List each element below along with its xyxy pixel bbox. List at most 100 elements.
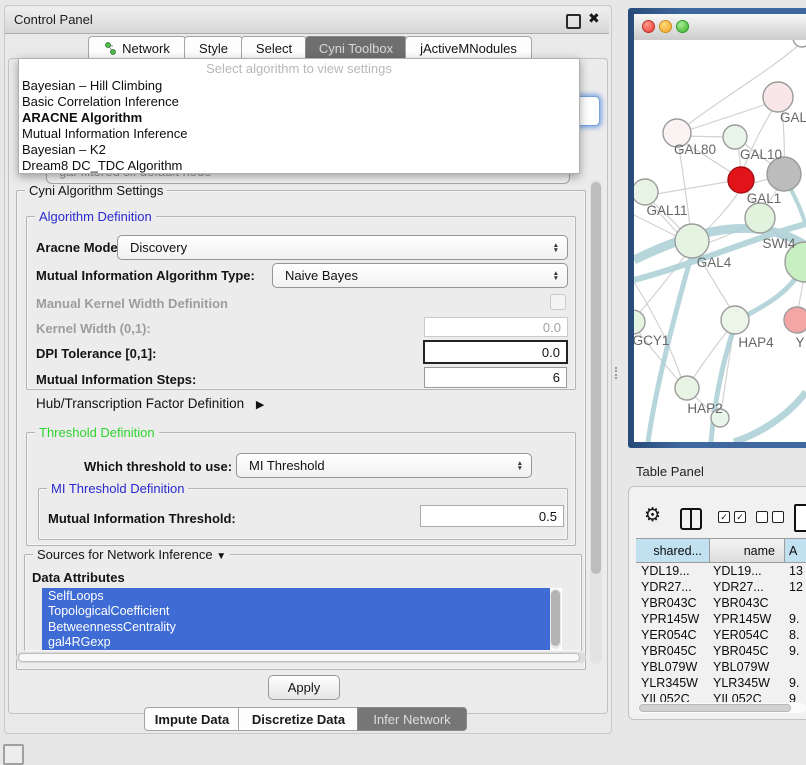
table-row[interactable]: YBR043C YBR043C bbox=[636, 595, 806, 611]
list-vertical-scrollbar-thumb[interactable] bbox=[551, 590, 560, 646]
settings-vertical-scrollbar[interactable] bbox=[590, 180, 602, 664]
table-horizontal-scrollbar[interactable] bbox=[638, 703, 806, 713]
apply-button[interactable]: Apply bbox=[268, 675, 340, 700]
tab-network[interactable]: Network bbox=[88, 36, 186, 59]
cell-name: YER054C bbox=[710, 628, 785, 642]
node-label: GAL4 bbox=[697, 255, 732, 270]
tab-impute-data[interactable]: Impute Data bbox=[144, 707, 240, 731]
table-horizontal-scrollbar-thumb[interactable] bbox=[639, 704, 791, 712]
apply-button-label: Apply bbox=[288, 680, 321, 695]
network-window-titlebar[interactable] bbox=[634, 14, 806, 41]
table-row[interactable]: YPR145W YPR145W 9. bbox=[636, 611, 806, 627]
network-node[interactable] bbox=[634, 179, 658, 205]
tab-style[interactable]: Style bbox=[184, 36, 243, 59]
mi-threshold-value: 0.5 bbox=[539, 509, 557, 524]
kernel-width-value: 0.0 bbox=[543, 320, 561, 335]
table-row[interactable]: YIL052C YIL052C 9 bbox=[636, 691, 806, 702]
network-node[interactable] bbox=[763, 82, 793, 112]
network-node[interactable] bbox=[723, 125, 747, 149]
network-node[interactable] bbox=[675, 224, 709, 258]
cell-name: YBL079W bbox=[710, 660, 785, 674]
table-panel-title: Table Panel bbox=[636, 464, 704, 479]
mi-steps-field[interactable]: 6 bbox=[424, 367, 567, 388]
node-label: GAL80 bbox=[674, 142, 716, 157]
tab-discretize-data[interactable]: Discretize Data bbox=[238, 707, 359, 731]
table-row[interactable]: YDR27... YDR27... 12 bbox=[636, 579, 806, 595]
gear-icon[interactable]: ⚙ bbox=[644, 504, 661, 527]
table-row[interactable]: YDL19... YDL19... 13 bbox=[636, 563, 806, 579]
disclosure-right-icon: ▶ bbox=[256, 399, 264, 411]
close-icon[interactable]: ✖ bbox=[588, 10, 600, 27]
zoom-traffic-light-icon[interactable] bbox=[676, 20, 689, 33]
column-header-shared[interactable]: shared... bbox=[636, 539, 710, 562]
dropdown-item-selected[interactable]: ARACNE Algorithm bbox=[22, 110, 142, 126]
stepper-down-icon: ▼ bbox=[517, 466, 523, 471]
control-panel-titlebar bbox=[5, 7, 609, 34]
which-threshold-combo[interactable]: MI Threshold ▲ ▼ bbox=[236, 453, 532, 478]
network-node[interactable] bbox=[675, 376, 699, 400]
cell-value: 13 bbox=[785, 564, 806, 578]
column-header-name[interactable]: name bbox=[710, 539, 785, 562]
settings-vertical-scrollbar-thumb[interactable] bbox=[591, 182, 601, 574]
dropdown-item[interactable]: Mutual Information Inference bbox=[22, 126, 187, 142]
settings-horizontal-scrollbar-thumb[interactable] bbox=[18, 653, 580, 662]
table-body: YDL19... YDL19... 13 YDR27... YDR27... 1… bbox=[636, 563, 806, 702]
column-header-partial[interactable]: A bbox=[785, 539, 806, 562]
cell-name: YDL19... bbox=[710, 564, 785, 578]
mi-threshold-field[interactable]: 0.5 bbox=[420, 505, 564, 527]
network-canvas[interactable]: GAL GAL80 GAL10 GAL1 GAL11 SWI4 GAL4 GCY… bbox=[634, 40, 806, 442]
close-traffic-light-icon[interactable] bbox=[642, 20, 655, 33]
float-window-icon[interactable] bbox=[566, 14, 581, 29]
tab-cyni-toolbox-label: Cyni Toolbox bbox=[319, 41, 393, 56]
attribute-item[interactable]: gal4RGexp bbox=[42, 635, 550, 651]
mi-type-combo[interactable]: Naive Bayes ▲ ▼ bbox=[272, 263, 568, 288]
network-node-selected[interactable] bbox=[728, 167, 754, 193]
dropdown-item[interactable]: Dream8 DC_TDC Algorithm bbox=[22, 158, 182, 174]
tab-network-label: Network bbox=[122, 41, 170, 56]
tab-infer-network[interactable]: Infer Network bbox=[357, 707, 467, 731]
network-node[interactable] bbox=[721, 306, 749, 334]
table-row[interactable]: YBR045C YBR045C 9. bbox=[636, 643, 806, 659]
columns-icon[interactable] bbox=[680, 508, 702, 530]
hub-definition-disclosure[interactable]: Hub/Transcription Factor Definition ▶ bbox=[36, 396, 264, 411]
aracne-mode-combo[interactable]: Discovery ▲ ▼ bbox=[117, 235, 568, 260]
data-attributes-list[interactable]: SelfLoops TopologicalCoefficient Between… bbox=[42, 588, 562, 650]
network-node[interactable] bbox=[745, 203, 775, 233]
deselect-all-checkboxes-icon[interactable] bbox=[756, 511, 784, 523]
network-node[interactable] bbox=[634, 310, 645, 334]
network-node[interactable] bbox=[784, 307, 806, 333]
combo-stepper-icon: ▲ ▼ bbox=[517, 461, 523, 471]
threshold-definition-title: Threshold Definition bbox=[35, 425, 159, 440]
table-row[interactable]: YER054C YER054C 8. bbox=[636, 627, 806, 643]
table-row[interactable]: YLR345W YLR345W 9. bbox=[636, 675, 806, 691]
list-vertical-scrollbar[interactable] bbox=[550, 589, 561, 649]
select-all-checkboxes-icon[interactable]: ✓ ✓ bbox=[718, 511, 746, 523]
settings-horizontal-scrollbar[interactable] bbox=[16, 652, 586, 663]
tab-select[interactable]: Select bbox=[241, 36, 307, 59]
dropdown-item[interactable]: Bayesian – Hill Climbing bbox=[22, 78, 162, 94]
document-icon[interactable] bbox=[794, 504, 806, 532]
tab-cyni-toolbox[interactable]: Cyni Toolbox bbox=[305, 36, 407, 59]
mi-steps-label: Mutual Information Steps: bbox=[36, 372, 196, 387]
cell-value: 9 bbox=[785, 692, 806, 702]
dpi-tolerance-field[interactable]: 0.0 bbox=[423, 340, 568, 364]
tab-infer-network-label: Infer Network bbox=[373, 712, 450, 727]
algorithm-definition-title: Algorithm Definition bbox=[35, 209, 156, 224]
attribute-item[interactable]: SelfLoops bbox=[42, 588, 550, 604]
panel-resize-grip[interactable] bbox=[615, 367, 621, 379]
kernel-width-field[interactable]: 0.0 bbox=[424, 317, 568, 337]
disclosure-down-icon[interactable]: ▼ bbox=[216, 551, 226, 562]
network-node[interactable] bbox=[793, 40, 806, 47]
dropdown-item[interactable]: Bayesian – K2 bbox=[22, 142, 106, 158]
dropdown-item[interactable]: Basic Correlation Inference bbox=[22, 94, 179, 110]
attribute-item[interactable]: TopologicalCoefficient bbox=[42, 604, 550, 620]
stepper-down-icon: ▼ bbox=[553, 248, 559, 253]
minimize-traffic-light-icon[interactable] bbox=[659, 20, 672, 33]
cell-shared-name: YBR043C bbox=[636, 596, 710, 610]
tab-jactivemnodules[interactable]: jActiveMNodules bbox=[405, 36, 532, 59]
network-node[interactable] bbox=[767, 157, 801, 191]
mi-steps-value: 6 bbox=[553, 370, 560, 385]
attribute-item[interactable]: BetweennessCentrality bbox=[42, 619, 550, 635]
manual-kernel-checkbox[interactable] bbox=[550, 294, 566, 310]
table-row[interactable]: YBL079W YBL079W bbox=[636, 659, 806, 675]
